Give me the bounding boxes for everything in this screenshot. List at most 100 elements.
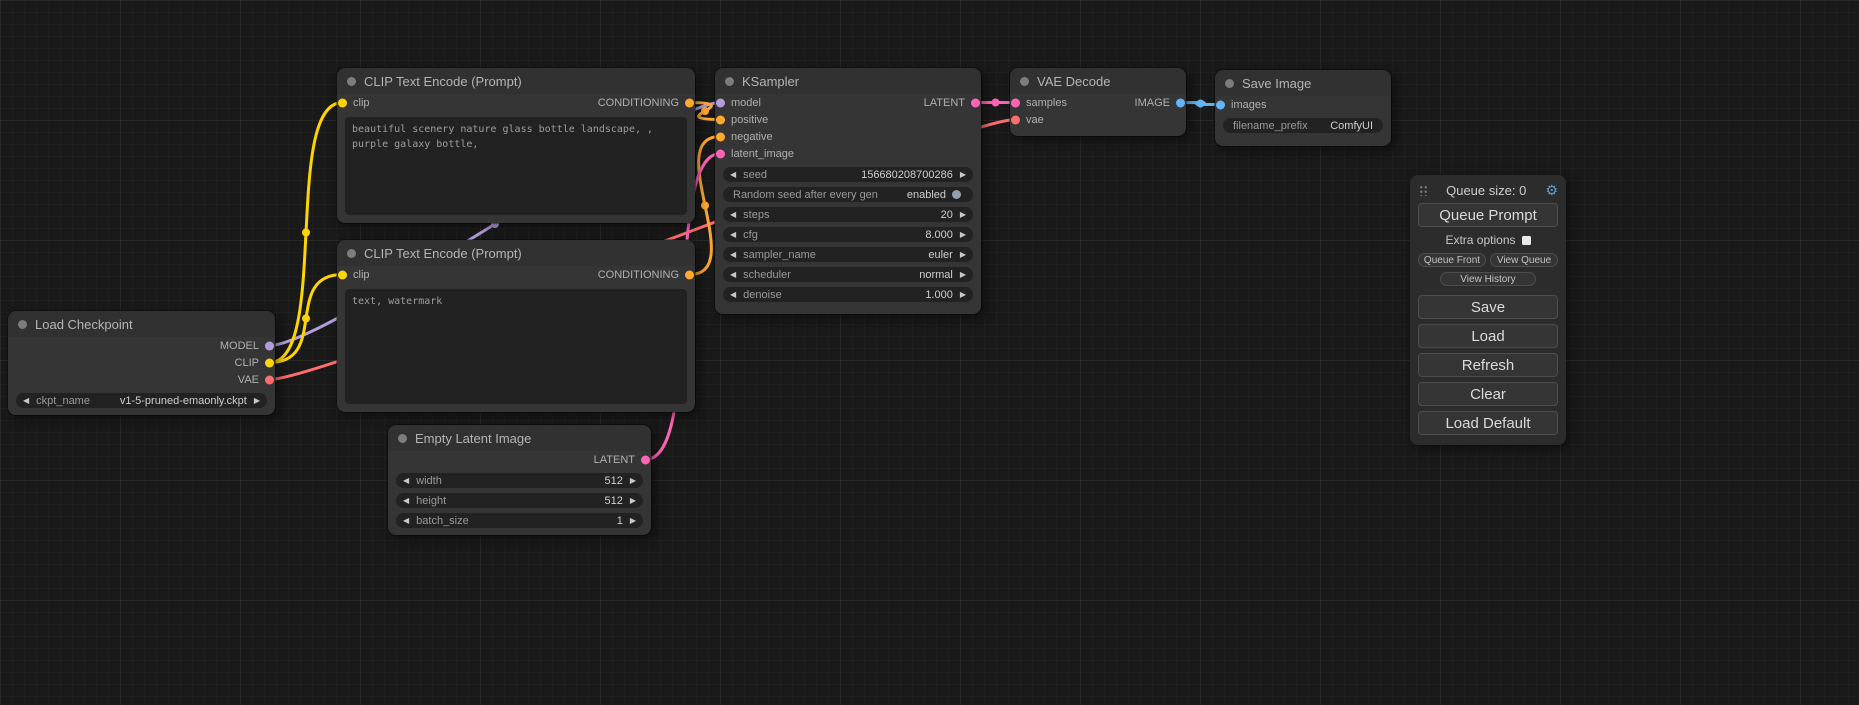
port-image-output[interactable] [1176, 98, 1185, 107]
decrement-arrow-icon[interactable]: ◀ [403, 497, 409, 505]
widget-value: 512 [604, 475, 622, 487]
widget-label: filename_prefix [1233, 120, 1308, 132]
load-default-button[interactable]: Load Default [1418, 411, 1558, 435]
port-vae-output[interactable] [265, 375, 274, 384]
increment-arrow-icon[interactable]: ▶ [960, 171, 966, 179]
port-conditioning-output[interactable] [685, 98, 694, 107]
widget-label: height [416, 495, 446, 507]
extra-options-label: Extra options [1445, 233, 1515, 247]
port-clip-input[interactable] [338, 98, 347, 107]
port-model-output[interactable] [265, 341, 274, 350]
widget-scheduler[interactable]: ◀ scheduler normal ▶ [723, 267, 973, 282]
port-vae-input[interactable] [1011, 115, 1020, 124]
negative-prompt-textarea[interactable]: text, watermark [345, 289, 687, 404]
decrement-arrow-icon[interactable]: ◀ [730, 171, 736, 179]
collapse-dot-icon[interactable] [1020, 77, 1029, 86]
decrement-arrow-icon[interactable]: ◀ [730, 211, 736, 219]
collapse-dot-icon[interactable] [347, 77, 356, 86]
clear-button[interactable]: Clear [1418, 382, 1558, 406]
increment-arrow-icon[interactable]: ▶ [630, 497, 636, 505]
port-clip-input[interactable] [338, 270, 347, 279]
node-vae-decode[interactable]: VAE Decode samples IMAGE vae [1010, 68, 1186, 136]
widget-value: euler [928, 249, 952, 261]
positive-prompt-textarea[interactable]: beautiful scenery nature glass bottle la… [345, 117, 687, 215]
widget-steps[interactable]: ◀ steps 20 ▶ [723, 207, 973, 222]
toggle-dot-icon[interactable] [952, 190, 961, 199]
widget-height[interactable]: ◀ height 512 ▶ [396, 493, 643, 508]
node-header[interactable]: Empty Latent Image [388, 425, 651, 451]
widget-value: enabled [907, 189, 946, 201]
decrement-arrow-icon[interactable]: ◀ [730, 251, 736, 259]
node-title: CLIP Text Encode (Prompt) [364, 246, 522, 261]
widget-batch-size[interactable]: ◀ batch_size 1 ▶ [396, 513, 643, 528]
view-history-button[interactable]: View History [1440, 272, 1536, 286]
port-negative-input[interactable] [716, 132, 725, 141]
widget-random-seed-toggle[interactable]: Random seed after every gen enabled [723, 187, 973, 202]
collapse-dot-icon[interactable] [1225, 79, 1234, 88]
load-button[interactable]: Load [1418, 324, 1558, 348]
input-label-positive: positive [731, 114, 768, 126]
port-latent-image-input[interactable] [716, 149, 725, 158]
increment-arrow-icon[interactable]: ▶ [254, 397, 260, 405]
input-label-clip: clip [353, 97, 370, 109]
extra-options-checkbox[interactable] [1522, 236, 1531, 245]
widget-label: scheduler [743, 269, 791, 281]
node-ksampler[interactable]: KSampler model LATENT positive negative [715, 68, 981, 314]
decrement-arrow-icon[interactable]: ◀ [730, 231, 736, 239]
widget-filename-prefix[interactable]: filename_prefix ComfyUI [1223, 118, 1383, 133]
node-header[interactable]: CLIP Text Encode (Prompt) [337, 240, 695, 266]
collapse-dot-icon[interactable] [398, 434, 407, 443]
widget-width[interactable]: ◀ width 512 ▶ [396, 473, 643, 488]
node-load-checkpoint[interactable]: Load Checkpoint MODEL CLIP VAE ◀ ckpt_na… [8, 311, 275, 415]
port-positive-input[interactable] [716, 115, 725, 124]
increment-arrow-icon[interactable]: ▶ [630, 477, 636, 485]
decrement-arrow-icon[interactable]: ◀ [403, 477, 409, 485]
increment-arrow-icon[interactable]: ▶ [960, 251, 966, 259]
node-header[interactable]: Save Image [1215, 70, 1391, 96]
widget-ckpt-name[interactable]: ◀ ckpt_name v1-5-pruned-emaonly.ckpt ▶ [16, 393, 267, 408]
decrement-arrow-icon[interactable]: ◀ [403, 517, 409, 525]
refresh-button[interactable]: Refresh [1418, 353, 1558, 377]
widget-sampler-name[interactable]: ◀ sampler_name euler ▶ [723, 247, 973, 262]
widget-label: steps [743, 209, 769, 221]
widget-seed[interactable]: ◀ seed 156680208700286 ▶ [723, 167, 973, 182]
queue-prompt-button[interactable]: Queue Prompt [1418, 203, 1558, 227]
port-conditioning-output[interactable] [685, 270, 694, 279]
node-save-image[interactable]: Save Image images filename_prefix ComfyU… [1215, 70, 1391, 146]
increment-arrow-icon[interactable]: ▶ [960, 211, 966, 219]
drag-handle-icon[interactable] [1418, 184, 1427, 196]
output-label-latent: LATENT [594, 454, 635, 466]
increment-arrow-icon[interactable]: ▶ [960, 231, 966, 239]
node-header[interactable]: Load Checkpoint [8, 311, 275, 337]
port-samples-input[interactable] [1011, 98, 1020, 107]
collapse-dot-icon[interactable] [18, 320, 27, 329]
node-header[interactable]: VAE Decode [1010, 68, 1186, 94]
node-header[interactable]: KSampler [715, 68, 981, 94]
decrement-arrow-icon[interactable]: ◀ [23, 397, 29, 405]
port-model-input[interactable] [716, 98, 725, 107]
port-latent-output[interactable] [971, 98, 980, 107]
port-images-input[interactable] [1216, 100, 1225, 109]
widget-cfg[interactable]: ◀ cfg 8.000 ▶ [723, 227, 973, 242]
decrement-arrow-icon[interactable]: ◀ [730, 271, 736, 279]
node-clip-text-encode-positive[interactable]: CLIP Text Encode (Prompt) clip CONDITION… [337, 68, 695, 223]
port-clip-output[interactable] [265, 358, 274, 367]
increment-arrow-icon[interactable]: ▶ [960, 271, 966, 279]
settings-gear-icon[interactable]: ⚙ [1545, 183, 1558, 197]
collapse-dot-icon[interactable] [347, 249, 356, 258]
node-header[interactable]: CLIP Text Encode (Prompt) [337, 68, 695, 94]
increment-arrow-icon[interactable]: ▶ [960, 291, 966, 299]
node-clip-text-encode-negative[interactable]: CLIP Text Encode (Prompt) clip CONDITION… [337, 240, 695, 412]
node-empty-latent-image[interactable]: Empty Latent Image LATENT ◀ width 512 ▶ … [388, 425, 651, 535]
queue-front-button[interactable]: Queue Front [1418, 253, 1486, 267]
node-graph-canvas[interactable]: Load Checkpoint MODEL CLIP VAE ◀ ckpt_na… [0, 0, 1859, 705]
widget-denoise[interactable]: ◀ denoise 1.000 ▶ [723, 287, 973, 302]
view-queue-button[interactable]: View Queue [1490, 253, 1558, 267]
collapse-dot-icon[interactable] [725, 77, 734, 86]
port-latent-output[interactable] [641, 455, 650, 464]
save-button[interactable]: Save [1418, 295, 1558, 319]
widget-label: width [416, 475, 442, 487]
increment-arrow-icon[interactable]: ▶ [630, 517, 636, 525]
queue-size-label: Queue size: 0 [1432, 183, 1540, 198]
decrement-arrow-icon[interactable]: ◀ [730, 291, 736, 299]
